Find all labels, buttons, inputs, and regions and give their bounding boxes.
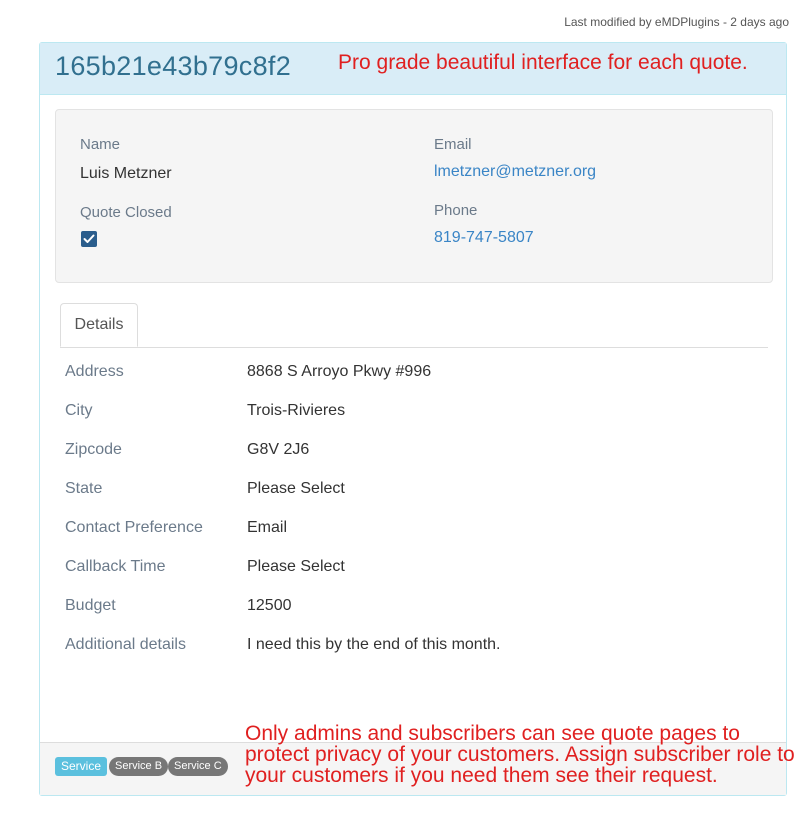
zipcode-value: G8V 2J6 — [247, 441, 310, 458]
contact-preference-label: Contact Preference — [65, 519, 203, 536]
promo-annotation-top: Pro grade beautiful interface for each q… — [338, 51, 748, 74]
address-value: 8868 S Arroyo Pkwy #996 — [247, 363, 432, 380]
detail-row-callback-time: Callback Time Please Select — [65, 558, 755, 597]
additional-details-label: Additional details — [65, 636, 186, 653]
contact-preference-value: Email — [247, 519, 288, 536]
budget-value: 12500 — [247, 597, 292, 614]
details-list: Address 8868 S Arroyo Pkwy #996 City Tro… — [65, 363, 755, 675]
check-icon — [83, 234, 95, 243]
detail-row-state: State Please Select — [65, 480, 755, 519]
phone-link[interactable]: 819-747-5807 — [434, 229, 534, 247]
email-label: Email — [434, 136, 472, 153]
state-label: State — [65, 480, 103, 497]
detail-row-address: Address 8868 S Arroyo Pkwy #996 — [65, 363, 755, 402]
phone-label: Phone — [434, 202, 478, 219]
name-value: Luis Metzner — [80, 165, 172, 182]
email-link[interactable]: lmetzner@metzner.org — [434, 163, 596, 181]
callback-time-value: Please Select — [247, 558, 345, 575]
service-badge[interactable]: Service — [55, 757, 108, 776]
budget-label: Budget — [65, 597, 116, 614]
city-value: Trois-Rivieres — [247, 402, 346, 419]
last-modified-text: Last modified by eMDPlugins - 2 days ago — [564, 15, 789, 29]
promo-annotation-bottom: Only admins and subscribers can see quot… — [245, 722, 795, 787]
panel-heading: 165b21e43b79c8f2 Pro grade beautiful int… — [40, 43, 786, 95]
city-label: City — [65, 402, 93, 419]
quote-closed-checkbox[interactable] — [81, 231, 97, 247]
name-label: Name — [80, 136, 121, 153]
address-label: Address — [65, 363, 124, 380]
service-c-badge[interactable]: Service C — [168, 757, 228, 776]
detail-row-zipcode: Zipcode G8V 2J6 — [65, 441, 755, 480]
detail-row-contact-preference: Contact Preference Email — [65, 519, 755, 558]
tab-details[interactable]: Details — [60, 303, 138, 347]
tab-bar: Details — [60, 303, 768, 348]
state-value: Please Select — [247, 480, 345, 497]
detail-row-city: City Trois-Rivieres — [65, 402, 755, 441]
quote-id-title: 165b21e43b79c8f2 — [55, 51, 292, 81]
quote-panel: 165b21e43b79c8f2 Pro grade beautiful int… — [39, 42, 787, 796]
detail-row-budget: Budget 12500 — [65, 597, 755, 636]
zipcode-label: Zipcode — [65, 441, 122, 458]
additional-details-value: I need this by the end of this month. — [247, 636, 501, 653]
quote-summary-well: Name Luis Metzner Quote Closed Email lme… — [55, 109, 773, 283]
detail-row-additional-details: Additional details I need this by the en… — [65, 636, 755, 675]
callback-time-label: Callback Time — [65, 558, 166, 575]
service-b-badge[interactable]: Service B — [109, 757, 169, 776]
quote-closed-label: Quote Closed — [80, 204, 172, 221]
